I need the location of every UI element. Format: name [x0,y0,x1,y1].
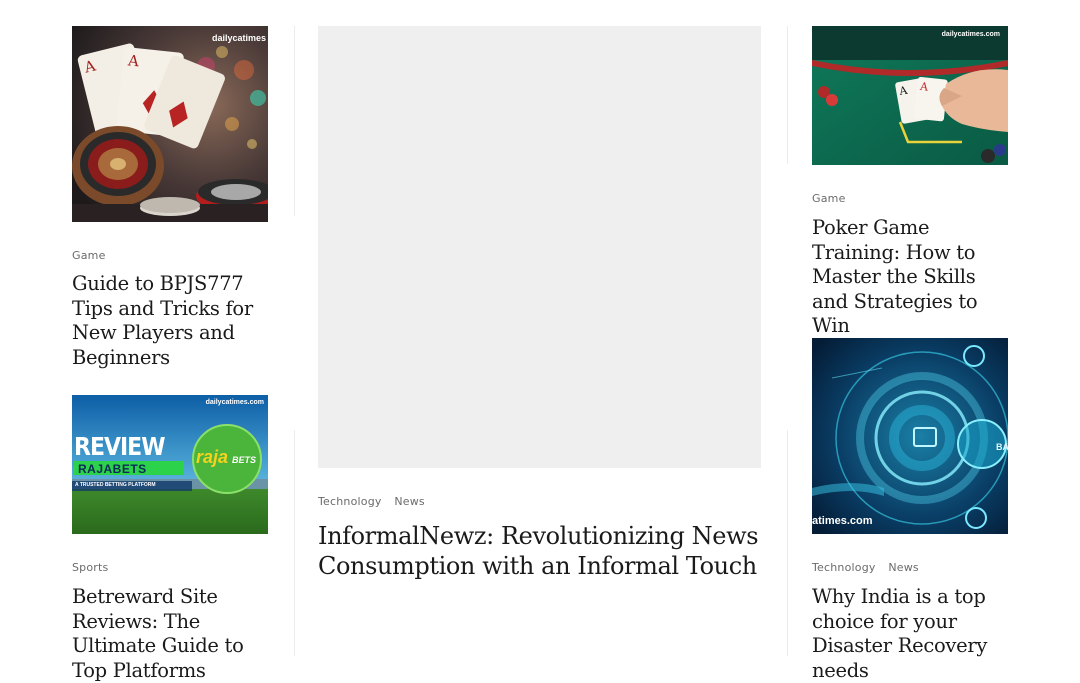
post-thumbnail-rajabets[interactable]: dailycatimes.com REVIEW RAJABETS A TRUST… [72,395,268,534]
poker-table-hand-image: A A [812,26,1008,165]
casino-roulette-cards-image: A A [72,26,268,222]
post-category-game[interactable]: Game [812,192,846,205]
column-divider-right-top [787,26,788,164]
category-news[interactable]: News [888,561,919,574]
post-thumbnail-casino[interactable]: A A dailycatimes [72,26,268,222]
category-technology[interactable]: Technology [812,561,876,574]
rajabets-logo-main: raja [196,447,229,467]
post-title-india-dr[interactable]: Why India is a top choice for your Disas… [812,585,1012,683]
post-thumbnail-tech[interactable]: BACK atimes.com [812,338,1008,534]
column-divider-left-top [294,26,295,216]
column-divider-right-bottom [787,430,788,656]
digital-security-image [812,338,1008,534]
svg-text:A: A [126,51,140,70]
rajabets-logo-sub: BETS [232,455,257,465]
post-category-list: Game [812,192,855,205]
rajabets-banner: RAJABETS [78,462,147,476]
image-watermark: dailycatimes.com [941,31,1000,38]
image-watermark: atimes.com [812,515,873,527]
post-title-poker-training[interactable]: Poker Game Training: How to Master the S… [812,216,1012,339]
back-label: BACK [996,442,1008,452]
image-watermark: dailycatimes.com [205,399,264,406]
image-watermark: dailycatimes [211,33,266,43]
category-news[interactable]: News [394,495,425,508]
post-category-sports[interactable]: Sports [72,561,108,574]
post-title-bpjs777[interactable]: Guide to BPJS777 Tips and Tricks for New… [72,272,272,370]
column-divider-left-bottom [294,430,295,656]
post-category-list: Sports [72,561,117,574]
category-technology[interactable]: Technology [318,495,382,508]
featured-category-list: Technology News [318,495,434,508]
featured-post-title[interactable]: InformalNewz: Revolutionizing News Consu… [318,521,768,581]
post-category-game[interactable]: Game [72,249,106,262]
featured-image-placeholder[interactable] [318,26,761,468]
post-category-list: Game [72,249,115,262]
post-title-betreward[interactable]: Betreward Site Reviews: The Ultimate Gui… [72,585,272,683]
rajabets-tagline: A TRUSTED BETTING PLATFORM [75,482,156,488]
post-category-list: Technology News [812,561,928,574]
review-heading: REVIEW [74,433,165,462]
post-thumbnail-poker[interactable]: A A dailycatimes.com [812,26,1008,165]
